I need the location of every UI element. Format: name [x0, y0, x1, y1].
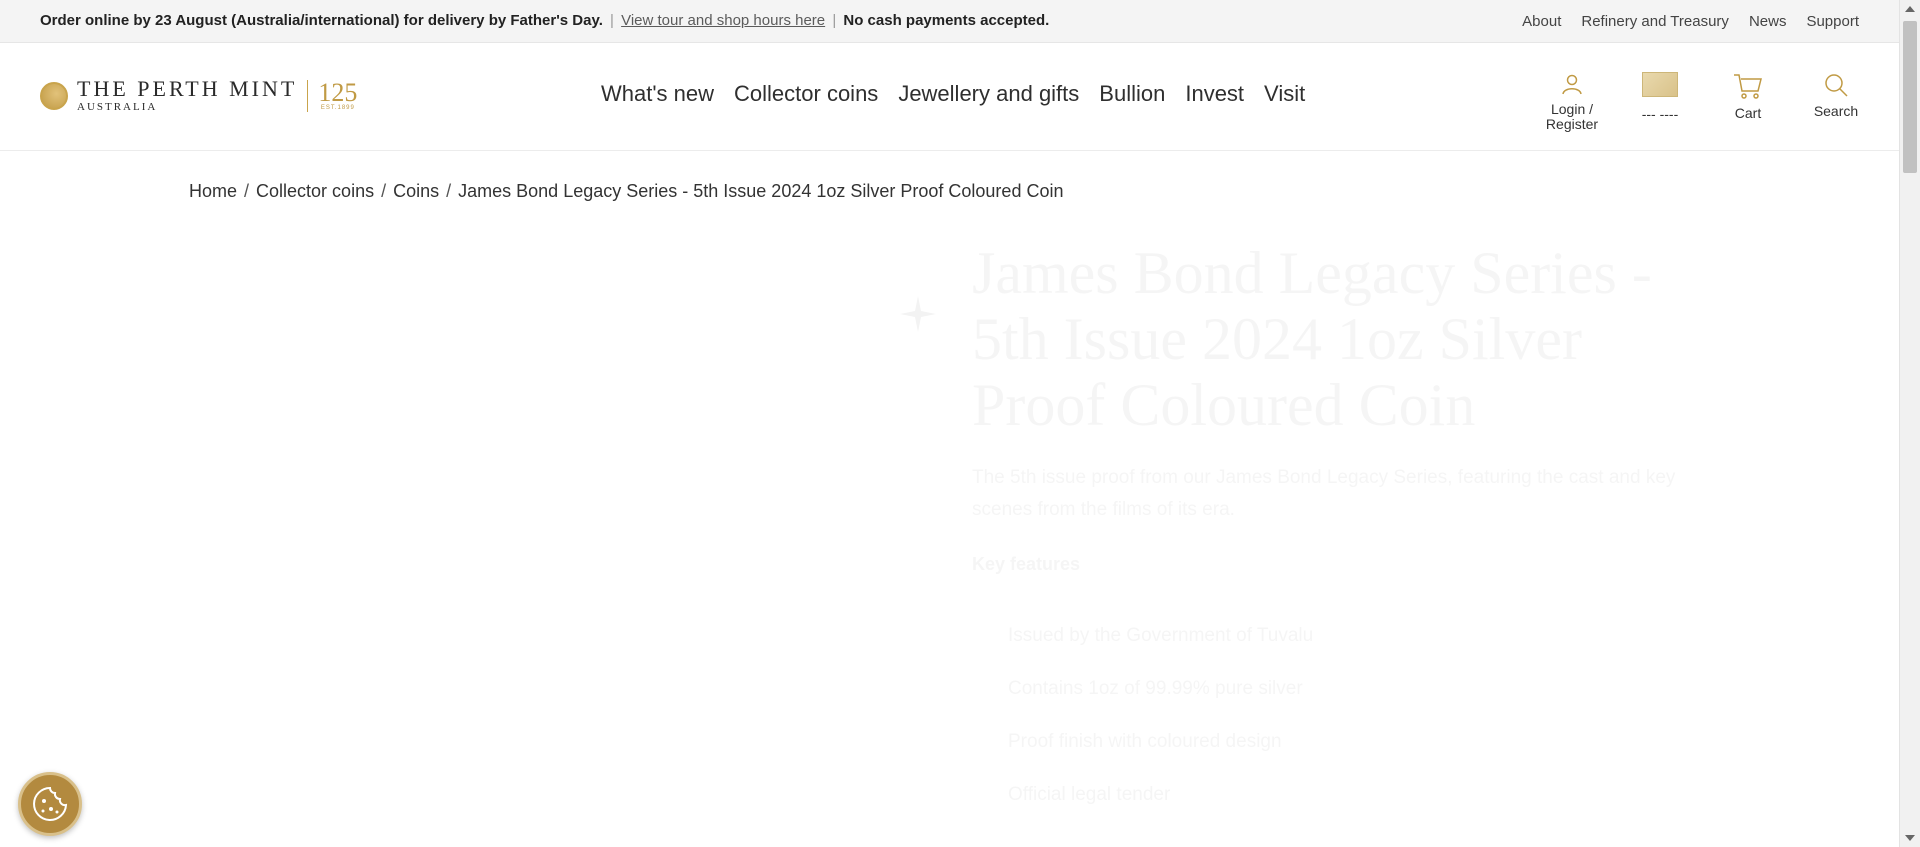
logo-subtitle: AUSTRALIA — [77, 101, 158, 113]
anniversary-mark: 125 EST.1899 — [318, 77, 358, 111]
cart-icon — [1734, 74, 1762, 99]
logo-wordmark: THE PERTH MINT AUSTRALIA — [77, 76, 298, 114]
feature-item: Proof finish with coloured design — [1008, 715, 1692, 768]
breadcrumb: Home / Collector coins / Coins / James B… — [189, 181, 1063, 202]
announcement-message: Order online by 23 August (Australia/int… — [40, 12, 603, 29]
key-features-list: Issued by the Government of Tuvalu Conta… — [972, 609, 1692, 821]
scroll-thumb[interactable] — [1903, 21, 1917, 173]
breadcrumb-coins[interactable]: Coins — [393, 181, 439, 202]
breadcrumb-separator: / — [244, 181, 250, 201]
util-link-news[interactable]: News — [1749, 13, 1787, 30]
perth-mint-logo[interactable]: THE PERTH MINT AUSTRALIA 125 EST.1899 — [40, 78, 357, 113]
breadcrumb-current: James Bond Legacy Series - 5th Issue 202… — [458, 181, 1064, 201]
nav-visit[interactable]: Visit — [1264, 81, 1305, 107]
page-scrollbar[interactable] — [1899, 0, 1920, 847]
nav-invest[interactable]: Invest — [1185, 81, 1244, 107]
nav-whats-new[interactable]: What's new — [601, 81, 714, 107]
nav-jewellery-gifts[interactable]: Jewellery and gifts — [898, 81, 1079, 107]
announcement-separator: | — [832, 12, 837, 29]
breadcrumb-collector-coins[interactable]: Collector coins — [256, 181, 374, 202]
scroll-down-arrow-icon[interactable] — [1905, 835, 1915, 841]
flag-icon — [1642, 72, 1678, 97]
anniversary-number: 125 — [318, 77, 358, 107]
key-features-heading: Key features — [972, 554, 1692, 575]
login-label: Login / — [1550, 101, 1594, 117]
page: Order online by 23 August (Australia/int… — [0, 0, 1920, 847]
scroll-up-arrow-icon[interactable] — [1905, 6, 1915, 12]
breadcrumb-home[interactable]: Home — [189, 181, 237, 202]
feature-item: Issued by the Government of Tuvalu — [1008, 609, 1692, 662]
currency-selector[interactable]: --- ---- — [1632, 72, 1688, 122]
cash-notice: No cash payments accepted. — [843, 12, 1050, 29]
product-title: James Bond Legacy Series - 5th Issue 202… — [972, 240, 1692, 438]
user-icon — [1562, 74, 1582, 95]
main-nav: What's new Collector coins Jewellery and… — [601, 81, 1305, 107]
anniversary-est: EST.1899 — [320, 104, 355, 111]
product-description: The 5th issue proof from our James Bond … — [972, 462, 1692, 526]
utility-nav: About Refinery and Treasury News Support — [1522, 13, 1859, 30]
logo-divider — [307, 79, 309, 112]
util-link-refinery[interactable]: Refinery and Treasury — [1581, 13, 1729, 30]
announcement-separator: | — [610, 12, 614, 29]
search-icon — [1825, 74, 1848, 97]
search-label: Search — [1813, 103, 1859, 119]
cart-button[interactable]: Cart — [1726, 72, 1770, 121]
announcement-bar: Order online by 23 August (Australia/int… — [0, 0, 1899, 43]
search-button[interactable]: Search — [1808, 72, 1864, 119]
cookie-settings-button[interactable] — [18, 772, 82, 836]
feature-item: Contains 1oz of 99.99% pure silver — [1008, 662, 1692, 715]
util-link-about[interactable]: About — [1522, 13, 1561, 30]
tour-hours-link[interactable]: View tour and shop hours here — [621, 12, 825, 29]
util-link-support[interactable]: Support — [1806, 13, 1859, 30]
product-summary: James Bond Legacy Series - 5th Issue 202… — [972, 240, 1692, 821]
register-label: Register — [1545, 116, 1599, 132]
nav-bullion[interactable]: Bullion — [1099, 81, 1165, 107]
site-header: THE PERTH MINT AUSTRALIA 125 EST.1899 Wh… — [0, 44, 1899, 151]
currency-label: --- ---- — [1641, 106, 1679, 122]
login-register-button[interactable]: Login / Register — [1540, 72, 1604, 132]
cookie-icon — [33, 786, 68, 821]
cart-label: Cart — [1734, 105, 1762, 121]
swan-emblem-icon — [40, 81, 68, 110]
announcement-text: Order online by 23 August (Australia/int… — [40, 12, 1049, 29]
breadcrumb-separator: / — [381, 181, 387, 201]
nav-collector-coins[interactable]: Collector coins — [734, 81, 878, 107]
sparkle-icon — [900, 296, 936, 332]
feature-item: Official legal tender — [1008, 768, 1692, 821]
breadcrumb-separator: / — [446, 181, 452, 201]
logo-name: THE PERTH MINT — [77, 76, 298, 101]
